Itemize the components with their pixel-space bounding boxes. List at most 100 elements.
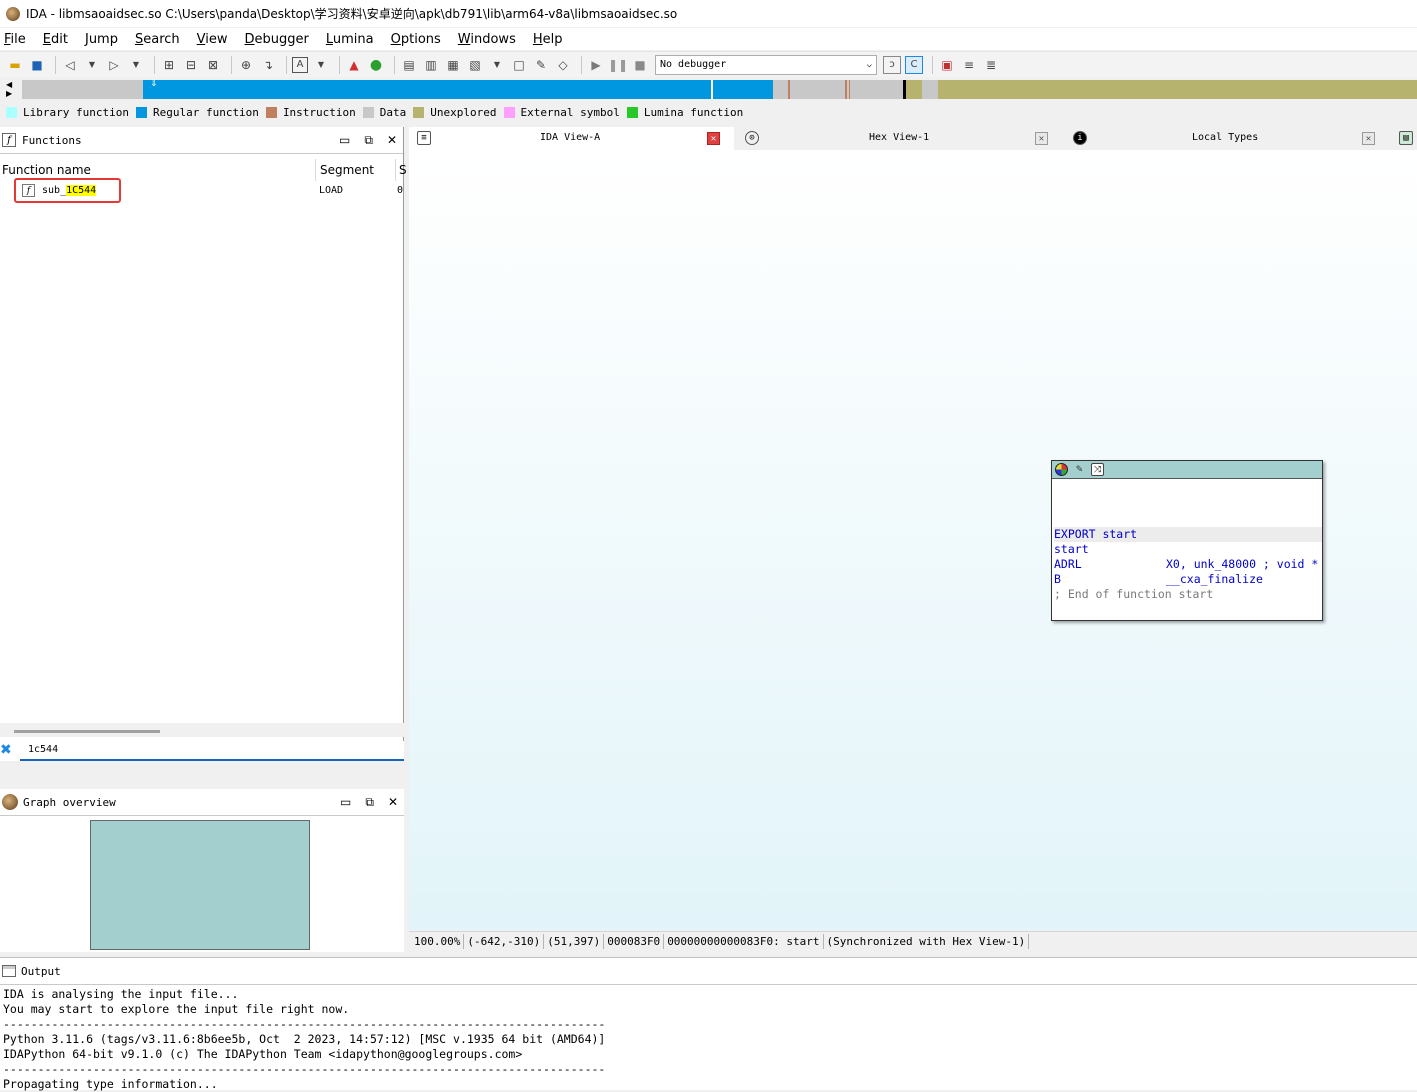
horizontal-scrollbar[interactable] (14, 730, 160, 733)
stop-icon[interactable]: ■ (631, 56, 649, 74)
table-row[interactable]: f sub_1C544 LOAD 0 (0, 178, 404, 203)
toolbar-separator (231, 55, 232, 74)
array-icon[interactable]: ▧ (466, 56, 484, 74)
status-coords-2: (51,397) (544, 933, 605, 949)
legend-item: Lumina function (626, 106, 743, 119)
tab-label: Hex View-1 (869, 132, 930, 143)
window-title: IDA - libmsaoaidsec.so C:\Users\panda\De… (26, 7, 678, 21)
menu-label: ebugger (254, 31, 309, 47)
column-segment[interactable]: Segment (320, 163, 374, 177)
navigation-band[interactable]: ◀ ▶ ⇓ (0, 78, 1417, 100)
output-log[interactable]: IDA is analysing the input file... You ma… (3, 987, 605, 1092)
menu-label: dit (51, 31, 68, 47)
legend-label: Instruction (282, 105, 356, 119)
search-next-icon[interactable]: ⊕ (237, 56, 255, 74)
debugger-select[interactable]: No debugger ⌵ (655, 54, 877, 75)
close-tab-icon[interactable]: ✕ (1035, 132, 1048, 145)
menu-debugger[interactable]: Debugger (245, 32, 309, 47)
nav-scroll-arrows[interactable]: ◀ ▶ (6, 80, 12, 98)
breakpoint-icon[interactable]: ▲ (345, 56, 363, 74)
search-binary-icon[interactable]: ⊟ (182, 56, 200, 74)
rename-node-icon[interactable]: ✎ (1073, 463, 1086, 476)
data-icon[interactable]: ▥ (422, 56, 440, 74)
lumina-icon[interactable]: ● (367, 56, 385, 74)
open-folder-icon[interactable]: ▬ (6, 56, 24, 74)
patch-icon[interactable]: ◇ (554, 56, 572, 74)
navigation-strip[interactable]: ⇓ (22, 80, 1417, 99)
jump-icon[interactable]: ↴ (259, 56, 277, 74)
graph-overview-viewport[interactable] (90, 820, 310, 950)
pause-icon[interactable]: ❚❚ (608, 56, 628, 74)
tab-overflow[interactable]: ▤ (1393, 127, 1417, 150)
column-divider[interactable] (315, 159, 316, 181)
graph-view-icon[interactable]: ▣ (938, 56, 956, 74)
column-function-name[interactable]: Function name (2, 163, 91, 177)
color-node-icon[interactable] (1055, 463, 1068, 476)
search-text-icon[interactable]: ⊞ (160, 56, 178, 74)
dropdown-arrow-icon[interactable]: ▼ (83, 56, 101, 74)
menu-label: earch (143, 31, 180, 47)
code-line[interactable]: EXPORT start (1054, 527, 1322, 542)
menu-lumina[interactable]: Lumina (326, 32, 374, 47)
column-divider[interactable] (395, 159, 396, 181)
code-line[interactable]: ; End of function start (1054, 587, 1322, 602)
code-line[interactable]: start (1054, 542, 1322, 557)
code-icon[interactable]: ▤ (400, 56, 418, 74)
local-types-icon: i (1073, 131, 1087, 145)
column-start[interactable]: S (399, 163, 407, 177)
struct-icon[interactable]: ▦ (444, 56, 462, 74)
search-immediate-icon[interactable]: ⊠ (204, 56, 222, 74)
maximize-icon[interactable]: ▭ (340, 795, 351, 810)
menu-label: iew (205, 31, 228, 47)
legend-swatch (6, 106, 17, 118)
menu-file[interactable]: File (4, 32, 26, 47)
code-line[interactable]: ADRL X0, unk_48000 ; void * (1054, 557, 1322, 572)
output-pane: Output IDA is analysing the input file..… (0, 957, 1417, 1092)
menu-mnemonic: W (457, 31, 471, 47)
menu-options[interactable]: Options (391, 32, 441, 47)
graph-node-start[interactable]: ✎ ⤨ EXPORT start start ADRL X0, unk_48000 ;… (1051, 460, 1323, 621)
save-icon[interactable]: ■ (28, 56, 46, 74)
ida-view-graph-area[interactable]: ✎ ⤨ EXPORT start start ADRL X0, unk_48000 ;… (409, 150, 1417, 930)
undefine-icon[interactable]: □ (510, 56, 528, 74)
dropdown-arrow-icon[interactable]: ▼ (127, 56, 145, 74)
tab-hex-view-1[interactable]: ⊙ Hex View-1 ✕ (737, 127, 1063, 150)
code-line[interactable]: B __cxa_finalize (1054, 572, 1322, 587)
nav-segment-unexplored (938, 80, 1417, 99)
forward-icon[interactable]: ▷ (105, 56, 123, 74)
tab-ida-view-a[interactable]: ≡ IDA View-A ✕ (409, 127, 734, 150)
dropdown-arrow-icon[interactable]: ▼ (312, 56, 330, 74)
menu-view[interactable]: View (197, 32, 228, 47)
menu-help[interactable]: Help (533, 32, 563, 47)
menu-bar: File Edit Jump Search View Debugger Lumina Opti… (0, 28, 1417, 50)
proximity-icon[interactable]: ≡ (960, 56, 978, 74)
maximize-icon[interactable]: ▭ (339, 133, 350, 148)
functions-filter-input[interactable]: 1c544 (20, 741, 404, 761)
clear-filter-icon[interactable]: ✖ (0, 742, 12, 758)
close-tab-icon[interactable]: ✕ (1362, 132, 1375, 145)
attach-icon[interactable]: C (905, 55, 923, 74)
remote-icon[interactable]: ɔ (883, 55, 901, 74)
menu-label: umina (332, 31, 374, 47)
nav-segment-unexplored (906, 80, 922, 99)
menu-search[interactable]: Search (135, 32, 180, 47)
close-icon[interactable]: ✕ (387, 133, 397, 148)
code-mnemonic: ADRL (1054, 557, 1082, 571)
tab-local-types[interactable]: i Local Types ✕ (1065, 127, 1391, 150)
flow-chart-icon[interactable]: ≣ (982, 56, 1000, 74)
nav-segment-instruction (845, 80, 847, 99)
legend-item: External symbol (503, 106, 620, 119)
back-icon[interactable]: ◁ (61, 56, 79, 74)
dropdown-arrow-icon[interactable]: ▼ (488, 56, 506, 74)
edit-icon[interactable]: ✎ (532, 56, 550, 74)
run-icon[interactable]: ▶ (587, 56, 605, 74)
close-tab-icon[interactable]: ✕ (707, 132, 720, 145)
close-icon[interactable]: ✕ (388, 795, 398, 810)
menu-edit[interactable]: Edit (43, 32, 68, 47)
menu-windows[interactable]: Windows (458, 32, 516, 47)
float-icon[interactable]: ⧉ (365, 795, 374, 810)
collapse-node-icon[interactable]: ⤨ (1091, 463, 1104, 476)
text-format-icon[interactable]: A (292, 56, 308, 73)
float-icon[interactable]: ⧉ (364, 133, 373, 148)
menu-jump[interactable]: Jump (85, 32, 118, 47)
